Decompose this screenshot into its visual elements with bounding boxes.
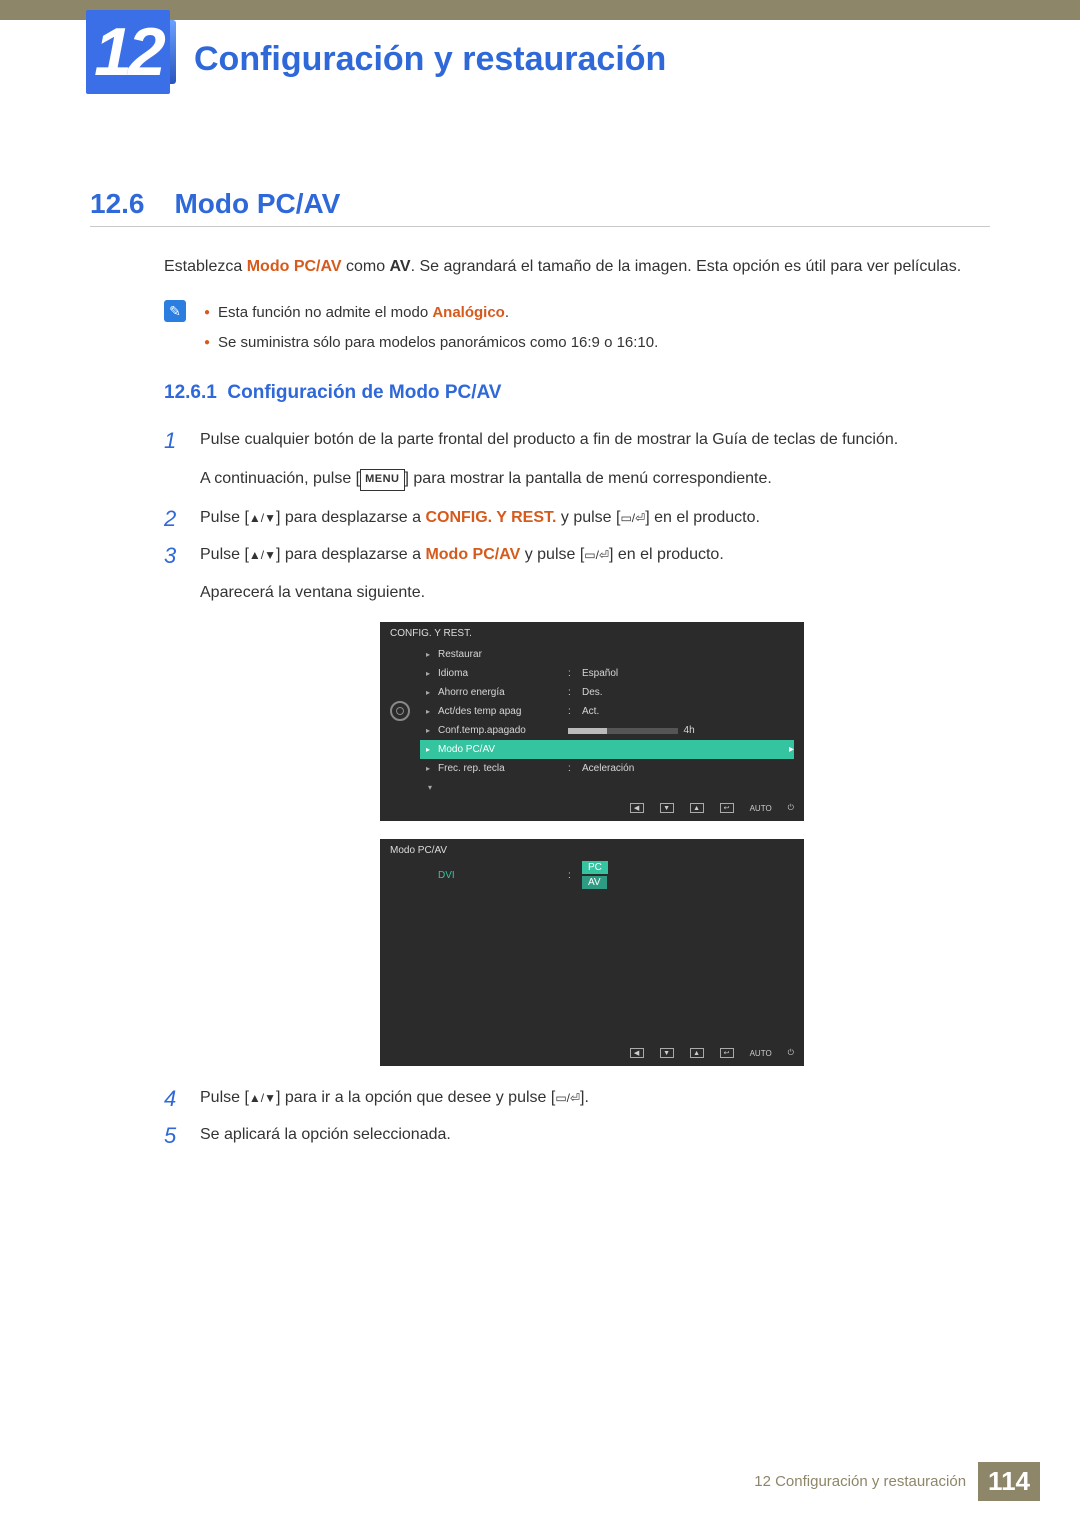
osd-footer-button: AUTO <box>750 1048 772 1058</box>
osd-footer-button: AUTO <box>750 803 772 813</box>
osd-row: ▸Restaurar <box>420 645 794 664</box>
footer-text: 12 Configuración y restauración <box>754 1473 966 1490</box>
osd-row: ▸Modo PC/AV▸ <box>420 740 794 759</box>
osd-row: ▸Conf.temp.apagado 4h <box>420 721 794 740</box>
note-icon: ✎ <box>164 300 186 322</box>
osd-row: ▸Act/des temp apag:Act. <box>420 702 794 721</box>
osd-footer-button: ↩ <box>720 1048 734 1058</box>
gear-icon <box>390 701 410 721</box>
osd-footer-button: ▼ <box>660 803 674 813</box>
menu-button-glyph: MENU <box>360 469 404 491</box>
chapter-badge: 12 <box>86 10 176 115</box>
osd-footer-button: ▲ <box>690 803 704 813</box>
intro-paragraph: Establezca Modo PC/AV como AV. Se agrand… <box>164 253 990 280</box>
osd-modo-pcav: Modo PC/AV DVI : PC AV ◀ ▼ ▲ ↩ AUTO ⏻ <box>380 839 804 1066</box>
osd-title: CONFIG. Y REST. <box>380 622 804 645</box>
osd-footer-button: ⏻ <box>788 1048 794 1058</box>
note-item: ●Esta función no admite el modo Analógic… <box>204 298 658 328</box>
osd-row: DVI : PC AV <box>420 866 794 885</box>
subsection-heading: 12.6.1 Configuración de Modo PC/AV <box>164 382 990 404</box>
osd-footer-button: ↩ <box>720 803 734 813</box>
note-item: ●Se suministra sólo para modelos panorám… <box>204 328 658 358</box>
chapter-title: Configuración y restauración <box>194 40 666 79</box>
step-4: 4 Pulse [▲/▼] para ir a la opción que de… <box>164 1084 990 1115</box>
osd-footer: ◀ ▼ ▲ ↩ AUTO ⏻ <box>380 1042 804 1066</box>
osd-footer-button: ▲ <box>690 1048 704 1058</box>
page-footer: 12 Configuración y restauración 114 <box>754 1462 1040 1501</box>
step-2: 2 Pulse [▲/▼] para desplazarse a CONFIG.… <box>164 504 990 535</box>
section-heading: 12.6 Modo PC/AV <box>90 188 990 220</box>
osd-row: ▸Ahorro energía:Des. <box>420 683 794 702</box>
osd-row: ▸Idioma:Español <box>420 664 794 683</box>
osd-row: ▸Frec. rep. tecla:Aceleración <box>420 759 794 778</box>
osd-title: Modo PC/AV <box>380 839 804 862</box>
osd-config-rest: CONFIG. Y REST. ▸Restaurar▸Idioma:Españo… <box>380 622 804 821</box>
page-number: 114 <box>978 1462 1040 1501</box>
step-5: 5 Se aplicará la opción seleccionada. <box>164 1121 990 1152</box>
section-number: 12.6 <box>90 188 170 220</box>
step-1: 1 Pulse cualquier botón de la parte fron… <box>164 426 990 494</box>
osd-footer-button: ◀ <box>630 803 644 813</box>
osd-footer-button: ▼ <box>660 1048 674 1058</box>
note-block: ✎ ●Esta función no admite el modo Analóg… <box>164 298 990 358</box>
osd-footer: ◀ ▼ ▲ ↩ AUTO ⏻ <box>380 797 804 821</box>
osd-footer-button: ◀ <box>630 1048 644 1058</box>
chapter-number: 12 <box>94 18 162 86</box>
osd-option-selected: PC <box>582 861 608 874</box>
section-rule <box>90 226 990 227</box>
osd-footer-button: ⏻ <box>788 803 794 813</box>
step-3: 3 Pulse [▲/▼] para desplazarse a Modo PC… <box>164 541 990 609</box>
section-title: Modo PC/AV <box>174 188 340 219</box>
osd-scroll-down-icon: ▾ <box>420 778 794 797</box>
osd-option: AV <box>582 876 607 889</box>
